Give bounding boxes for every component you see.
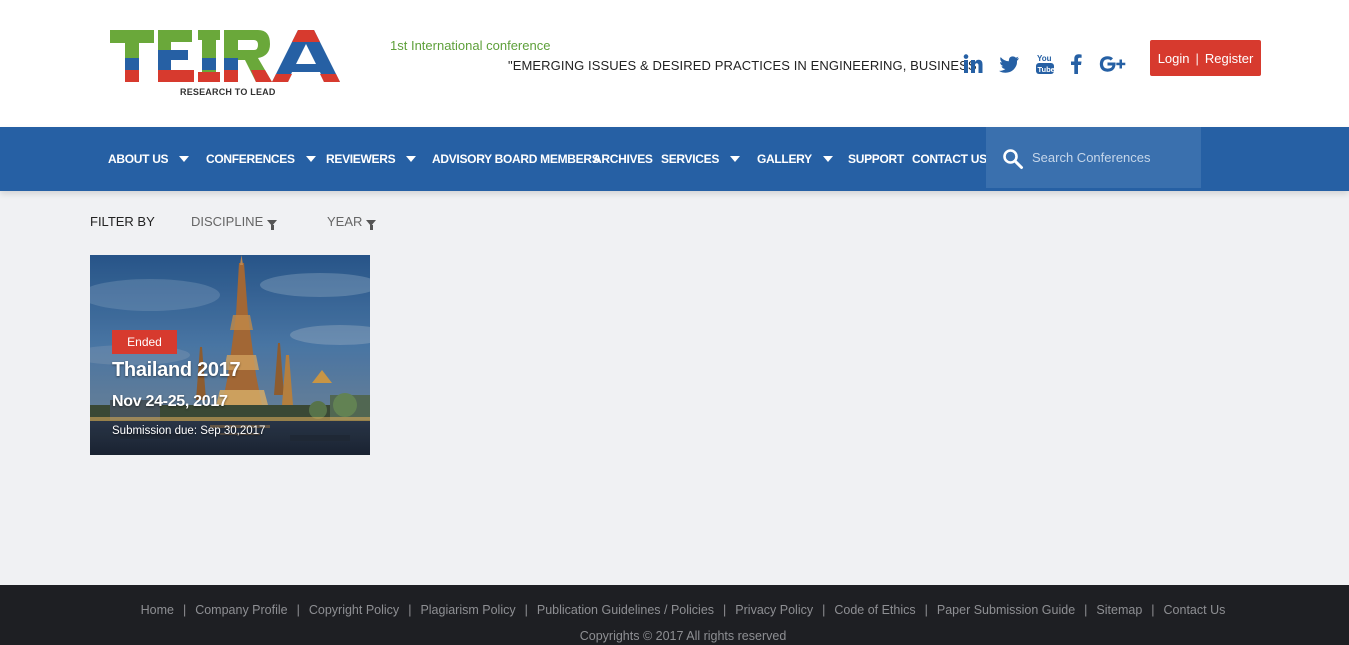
footer-divider: | (1084, 603, 1088, 617)
footer-link-company-profile[interactable]: Company Profile (195, 603, 287, 617)
svg-text:You: You (1037, 54, 1052, 63)
footer-divider: | (1151, 603, 1155, 617)
filter-by-label: FILTER BY (90, 214, 155, 229)
footer-divider: | (924, 603, 928, 617)
nav-label: CONFERENCES (206, 152, 295, 166)
nav-label: SERVICES (661, 152, 720, 166)
caret-down-icon (179, 156, 190, 162)
teira-logo[interactable]: RESEARCH TO LEAD (108, 28, 348, 100)
footer-divider: | (723, 603, 727, 617)
copyright-text: Copyrights © 2017 All rights reserved (579, 629, 787, 643)
discipline-filter-label: DISCIPLINE (191, 214, 264, 229)
main-navigation: ABOUT US CONFERENCES REVIEWERS ADVISORY … (0, 127, 1349, 191)
nav-label: SUPPORT (848, 152, 904, 166)
facebook-icon[interactable] (1066, 52, 1086, 76)
conference-title: "EMERGING ISSUES & DESIRED PRACTICES IN … (508, 58, 977, 73)
nav-label: CONTACT US (912, 152, 987, 166)
footer-divider: | (296, 603, 300, 617)
caret-down-icon (305, 156, 316, 162)
conference-search (986, 127, 1201, 188)
footer-link-home[interactable]: Home (141, 603, 174, 617)
register-link[interactable]: Register (1205, 51, 1253, 66)
youtube-icon[interactable]: You Tube (1034, 52, 1056, 76)
filter-icon (366, 219, 377, 230)
filter-icon (267, 219, 278, 230)
year-filter[interactable]: YEAR (327, 214, 377, 230)
nav-label: GALLERY (757, 152, 812, 166)
footer-divider: | (822, 603, 826, 617)
discipline-filter[interactable]: DISCIPLINE (191, 214, 278, 230)
footer-link-sitemap[interactable]: Sitemap (1096, 603, 1142, 617)
site-header: RESEARCH TO LEAD 1st International confe… (0, 0, 1349, 127)
footer-link-plagiarism-policy[interactable]: Plagiarism Policy (420, 603, 515, 617)
logo-tagline: RESEARCH TO LEAD (180, 87, 276, 97)
footer-divider: | (524, 603, 528, 617)
google-plus-icon[interactable] (1099, 52, 1127, 76)
nav-label: ARCHIVES (593, 152, 653, 166)
nav-advisory-board[interactable]: ADVISORY BOARD MEMBERS (432, 127, 600, 191)
footer-divider: | (408, 603, 412, 617)
footer-link-copyright-policy[interactable]: Copyright Policy (309, 603, 399, 617)
search-input[interactable] (1032, 145, 1192, 169)
nav-gallery[interactable]: GALLERY (757, 127, 833, 191)
caret-down-icon (822, 156, 833, 162)
nav-services[interactable]: SERVICES (661, 127, 741, 191)
nav-archives[interactable]: ARCHIVES (593, 127, 653, 191)
nav-label: ADVISORY BOARD MEMBERS (432, 152, 600, 166)
conference-label: 1st International conference (390, 38, 551, 53)
linkedin-icon[interactable] (962, 52, 984, 76)
caret-down-icon (406, 156, 417, 162)
nav-about-us[interactable]: ABOUT US (108, 127, 190, 191)
caret-down-icon (730, 156, 741, 162)
conference-title[interactable]: Thailand 2017 (112, 359, 241, 382)
footer-link-code-of-ethics[interactable]: Code of Ethics (834, 603, 915, 617)
login-register-button[interactable]: Login | Register (1150, 40, 1261, 76)
status-badge: Ended (112, 330, 177, 354)
conference-card[interactable]: Ended Thailand 2017 Nov 24-25, 2017 Subm… (90, 255, 370, 455)
nav-label: REVIEWERS (326, 152, 396, 166)
nav-reviewers[interactable]: REVIEWERS (326, 127, 417, 191)
nav-contact-us[interactable]: CONTACT US (912, 127, 987, 191)
conference-date: Nov 24-25, 2017 (112, 393, 228, 410)
nav-conferences[interactable]: CONFERENCES (206, 127, 316, 191)
submission-due: Submission due: Sep 30,2017 (112, 425, 266, 437)
nav-support[interactable]: SUPPORT (848, 127, 904, 191)
svg-text:Tube: Tube (1038, 65, 1055, 74)
footer-divider: | (182, 603, 187, 617)
footer-link-paper-submission-guide[interactable]: Paper Submission Guide (937, 603, 1075, 617)
login-link[interactable]: Login (1158, 51, 1190, 66)
search-icon[interactable] (1002, 148, 1024, 170)
nav-label: ABOUT US (108, 152, 169, 166)
footer-links: Home | Company Profile | Copyright Policy | Pl… (0, 603, 1349, 617)
login-separator: | (1195, 50, 1199, 66)
footer-link-contact-us[interactable]: Contact Us (1164, 603, 1226, 617)
site-footer: Home | Company Profile | Copyright Policy | Pl… (0, 585, 1349, 645)
footer-link-privacy-policy[interactable]: Privacy Policy (735, 603, 813, 617)
twitter-icon[interactable] (998, 52, 1020, 76)
footer-link-publication-guidelines[interactable]: Publication Guidelines / Policies (537, 603, 714, 617)
year-filter-label: YEAR (327, 214, 363, 229)
